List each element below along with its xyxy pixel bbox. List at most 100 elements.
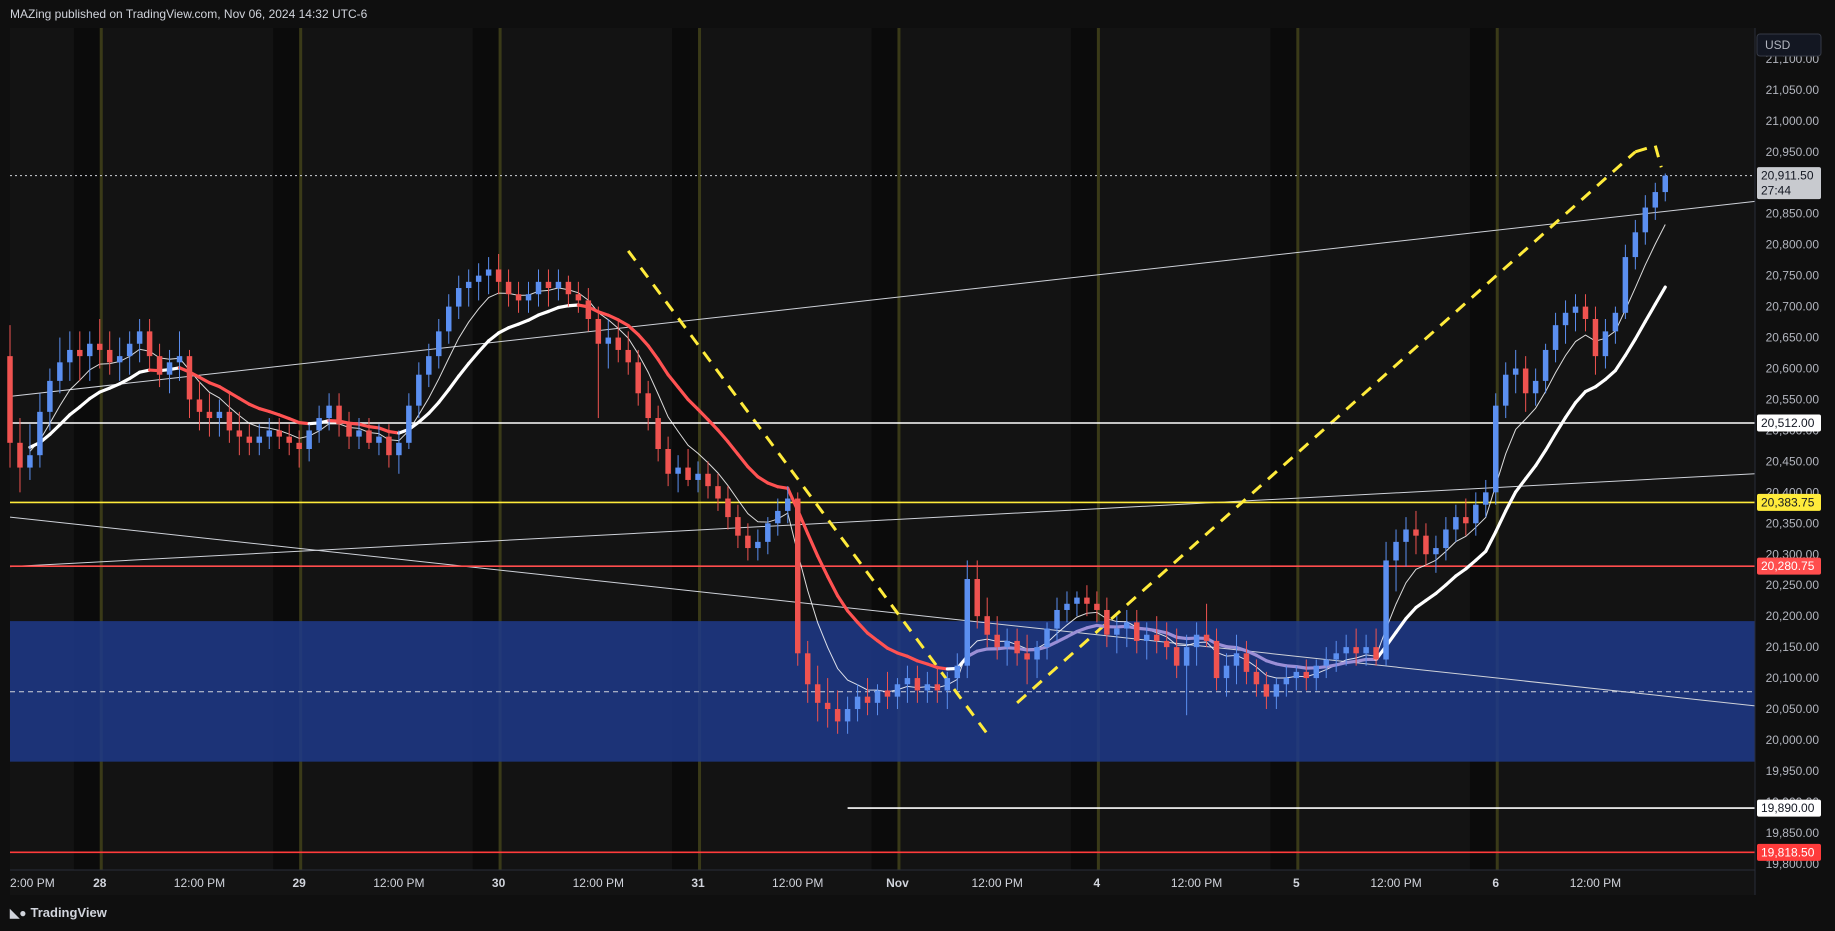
candle-body — [1223, 665, 1230, 679]
price-tag-text: 20,383.75 — [1761, 495, 1815, 509]
candle-body — [1333, 653, 1339, 660]
candle-body — [755, 541, 761, 549]
level-price-tag: 19,890.00 — [1757, 799, 1821, 817]
candle-body — [126, 343, 133, 357]
price-tick: 20,200.00 — [1766, 609, 1820, 623]
candle-body — [1632, 232, 1639, 258]
candle-body — [565, 281, 572, 295]
candle-body — [944, 678, 951, 691]
tradingview-logo[interactable]: ◣● TradingView — [10, 905, 107, 920]
candle-body — [266, 430, 272, 437]
candle-body — [1652, 192, 1659, 208]
price-axis-bg — [1755, 0, 1835, 895]
candle-body — [316, 418, 322, 431]
candle-body — [924, 684, 931, 691]
candle-body — [515, 294, 522, 301]
candle-body — [1124, 622, 1130, 629]
candle-body — [804, 653, 811, 685]
candle-body — [67, 349, 73, 363]
time-tick: 6 — [1492, 876, 1499, 890]
time-tick: 31 — [691, 876, 705, 890]
candle-body — [246, 436, 253, 443]
candle-body — [904, 678, 911, 685]
candle-body — [1522, 368, 1529, 394]
brand-name: TradingView — [30, 905, 107, 920]
candle-body — [954, 665, 961, 679]
time-tick: 12:00 PM — [1171, 876, 1222, 890]
candle-body — [106, 349, 113, 363]
footer: ◣● TradingView — [0, 895, 1835, 931]
candle-body — [1193, 634, 1200, 648]
candle-body — [57, 362, 63, 381]
price-tick: 20,950.00 — [1766, 145, 1820, 159]
publish-header: MAZing published on TradingView.com, Nov… — [10, 7, 368, 21]
candle-body — [1413, 529, 1419, 536]
candle-body — [256, 436, 263, 443]
level-price-tag: 19,818.50 — [1757, 843, 1821, 861]
candle-body — [1532, 380, 1539, 394]
candle-body — [1034, 647, 1040, 660]
candle-body — [615, 337, 621, 350]
currency-badge: USD — [1756, 33, 1822, 57]
candle-body — [595, 318, 602, 344]
price-tick: 19,850.00 — [1766, 826, 1820, 840]
candle-body — [1423, 535, 1429, 555]
candle-body — [7, 356, 13, 443]
price-tick: 21,000.00 — [1766, 114, 1820, 128]
candle-body — [884, 690, 891, 697]
candle-body — [1453, 517, 1459, 530]
time-tick: 12:00 PM — [573, 876, 624, 890]
time-tick: 29 — [292, 876, 306, 890]
candle-body — [306, 430, 312, 449]
candle-body — [326, 405, 332, 419]
time-tick: 12:00 PM — [971, 876, 1022, 890]
candle-body — [146, 331, 153, 357]
candle-body — [675, 467, 681, 474]
candle-body — [824, 702, 831, 710]
candle-body — [1403, 529, 1409, 542]
candle-body — [545, 281, 552, 289]
candle-body — [416, 374, 422, 406]
candle-body — [1313, 665, 1319, 679]
candle-body — [77, 349, 83, 357]
candle-body — [386, 436, 392, 456]
candle-body — [186, 356, 193, 400]
candle-body — [1263, 684, 1270, 697]
candle-body — [356, 430, 362, 437]
price-axis[interactable]: 19,800.0019,850.0019,900.0019,950.0020,0… — [1754, 0, 1835, 895]
price-tag-text: 20,911.50 — [1761, 169, 1814, 183]
candle-body — [406, 405, 412, 443]
candle-body — [1363, 647, 1369, 654]
candle-body — [795, 498, 801, 654]
candle-body — [1134, 622, 1140, 641]
candle-body — [1094, 603, 1100, 610]
price-tag-text: 19,890.00 — [1761, 801, 1815, 815]
candle-body — [1253, 671, 1260, 685]
candle-body — [575, 294, 582, 301]
candle-body — [1433, 548, 1439, 555]
candle-body — [894, 684, 901, 697]
candle-body — [206, 411, 213, 419]
price-tick: 20,600.00 — [1766, 362, 1820, 376]
candle-body — [116, 356, 123, 363]
price-tick: 20,150.00 — [1766, 640, 1820, 654]
candle-body — [695, 473, 701, 480]
time-tick: 12:00 PM — [772, 876, 823, 890]
price-tag-text: 19,818.50 — [1761, 845, 1815, 859]
candle-body — [1473, 504, 1479, 524]
price-tick: 20,000.00 — [1766, 733, 1820, 747]
price-tick: 20,100.00 — [1766, 671, 1820, 685]
candle-body — [914, 678, 921, 691]
candle-body — [834, 709, 841, 722]
candle-body — [1592, 318, 1599, 357]
candle-body — [1662, 175, 1668, 193]
time-tick: 30 — [492, 876, 506, 890]
chart-canvas[interactable]: 19,800.0019,850.0019,900.0019,950.0020,0… — [0, 0, 1835, 931]
time-tick: 12:00 PM — [174, 876, 225, 890]
candle-body — [635, 362, 641, 394]
candle-body — [1353, 647, 1359, 654]
candle-body — [645, 393, 651, 419]
candle-body — [715, 486, 721, 499]
candle-body — [1054, 609, 1060, 629]
candle-body — [1373, 647, 1379, 660]
